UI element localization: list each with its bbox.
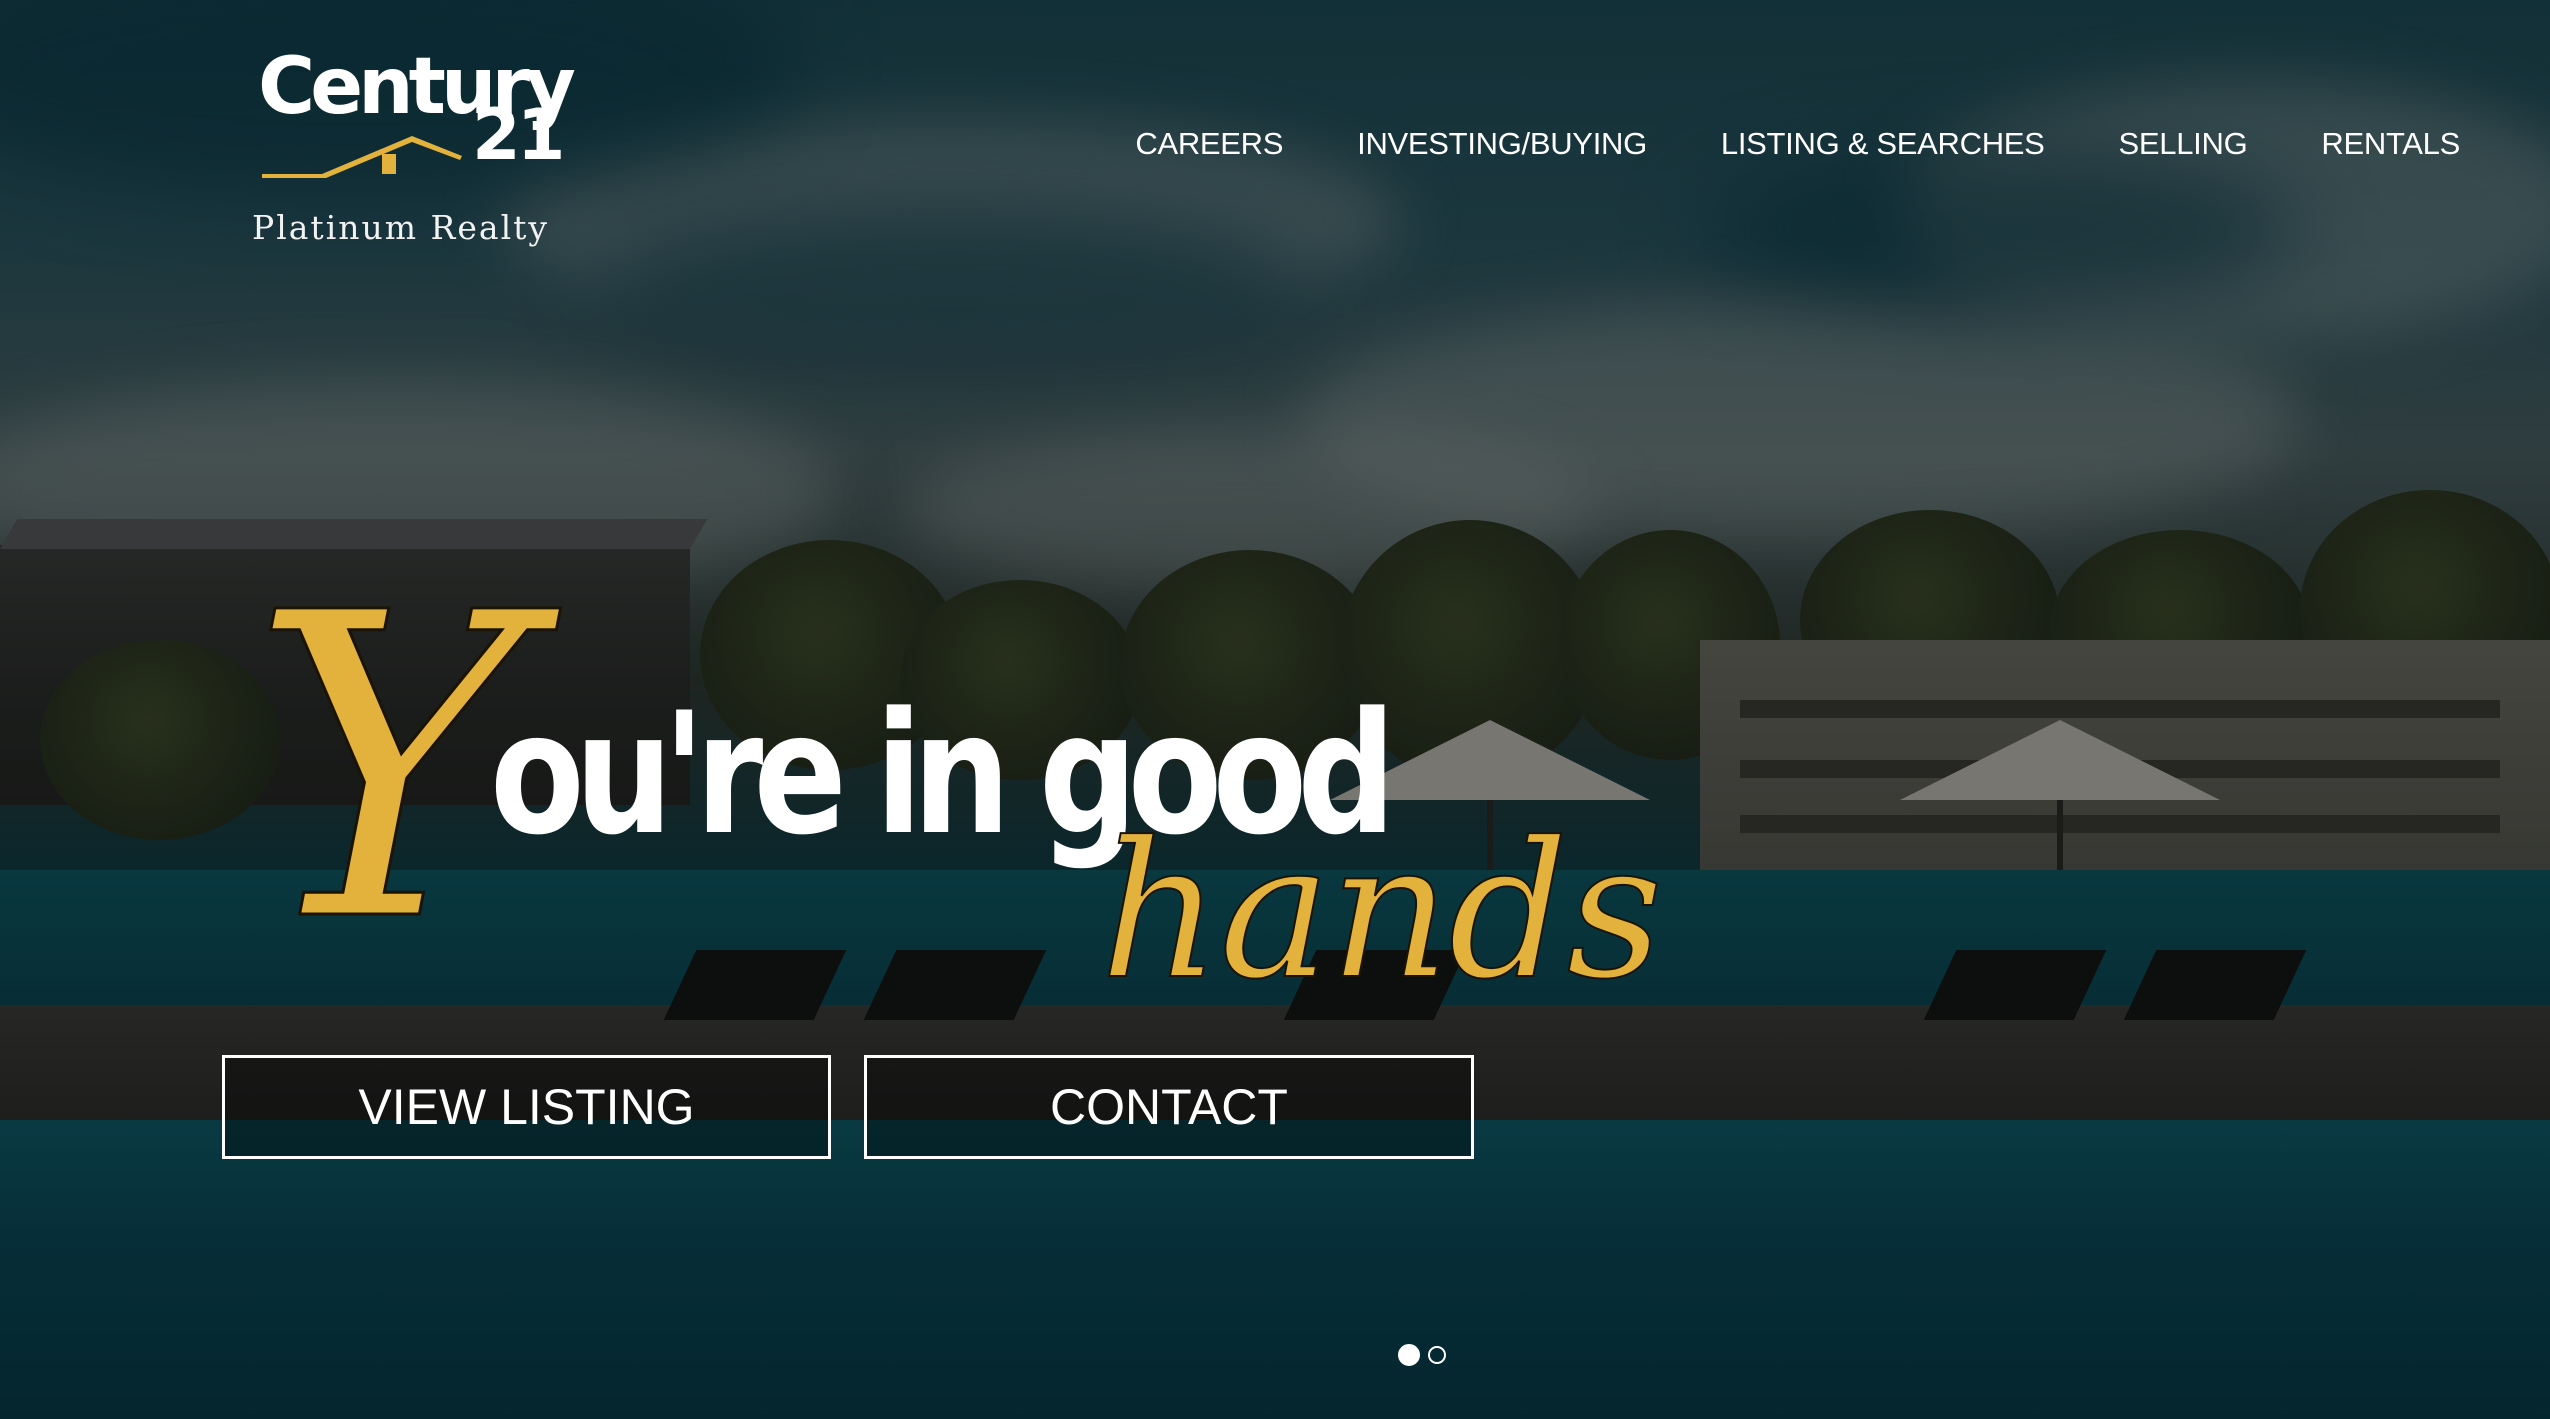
- logo-tagline: Platinum Realty: [252, 208, 550, 247]
- contact-button[interactable]: CONTACT: [864, 1055, 1474, 1159]
- headline-script-text: hands: [1099, 802, 1664, 1021]
- nav-item-selling[interactable]: SELLING: [2119, 126, 2248, 162]
- nav-item-investing-buying[interactable]: INVESTING/BUYING: [1357, 126, 1647, 162]
- main-nav: CAREERS INVESTING/BUYING LISTING & SEARC…: [1135, 126, 2460, 162]
- view-listing-button[interactable]: VIEW LISTING: [222, 1055, 831, 1159]
- hero-headline: Y ou're in good hands: [248, 525, 1664, 1030]
- hero-section: Century 21 Platinum Realty CAREERS INVES…: [0, 0, 2550, 1419]
- logo[interactable]: Century 21 Platinum Realty: [250, 48, 576, 248]
- headline-initial: Y: [248, 525, 528, 1014]
- nav-item-rentals[interactable]: RENTALS: [2321, 126, 2460, 162]
- slider-pagination: [1398, 1344, 1446, 1366]
- nav-item-careers[interactable]: CAREERS: [1135, 126, 1283, 162]
- slider-dot-1[interactable]: [1398, 1344, 1420, 1366]
- house-roof-icon: [262, 136, 462, 178]
- slider-dot-2[interactable]: [1428, 1346, 1446, 1364]
- nav-item-listing-searches[interactable]: LISTING & SEARCHES: [1721, 126, 2045, 162]
- logo-number: 21: [472, 94, 565, 176]
